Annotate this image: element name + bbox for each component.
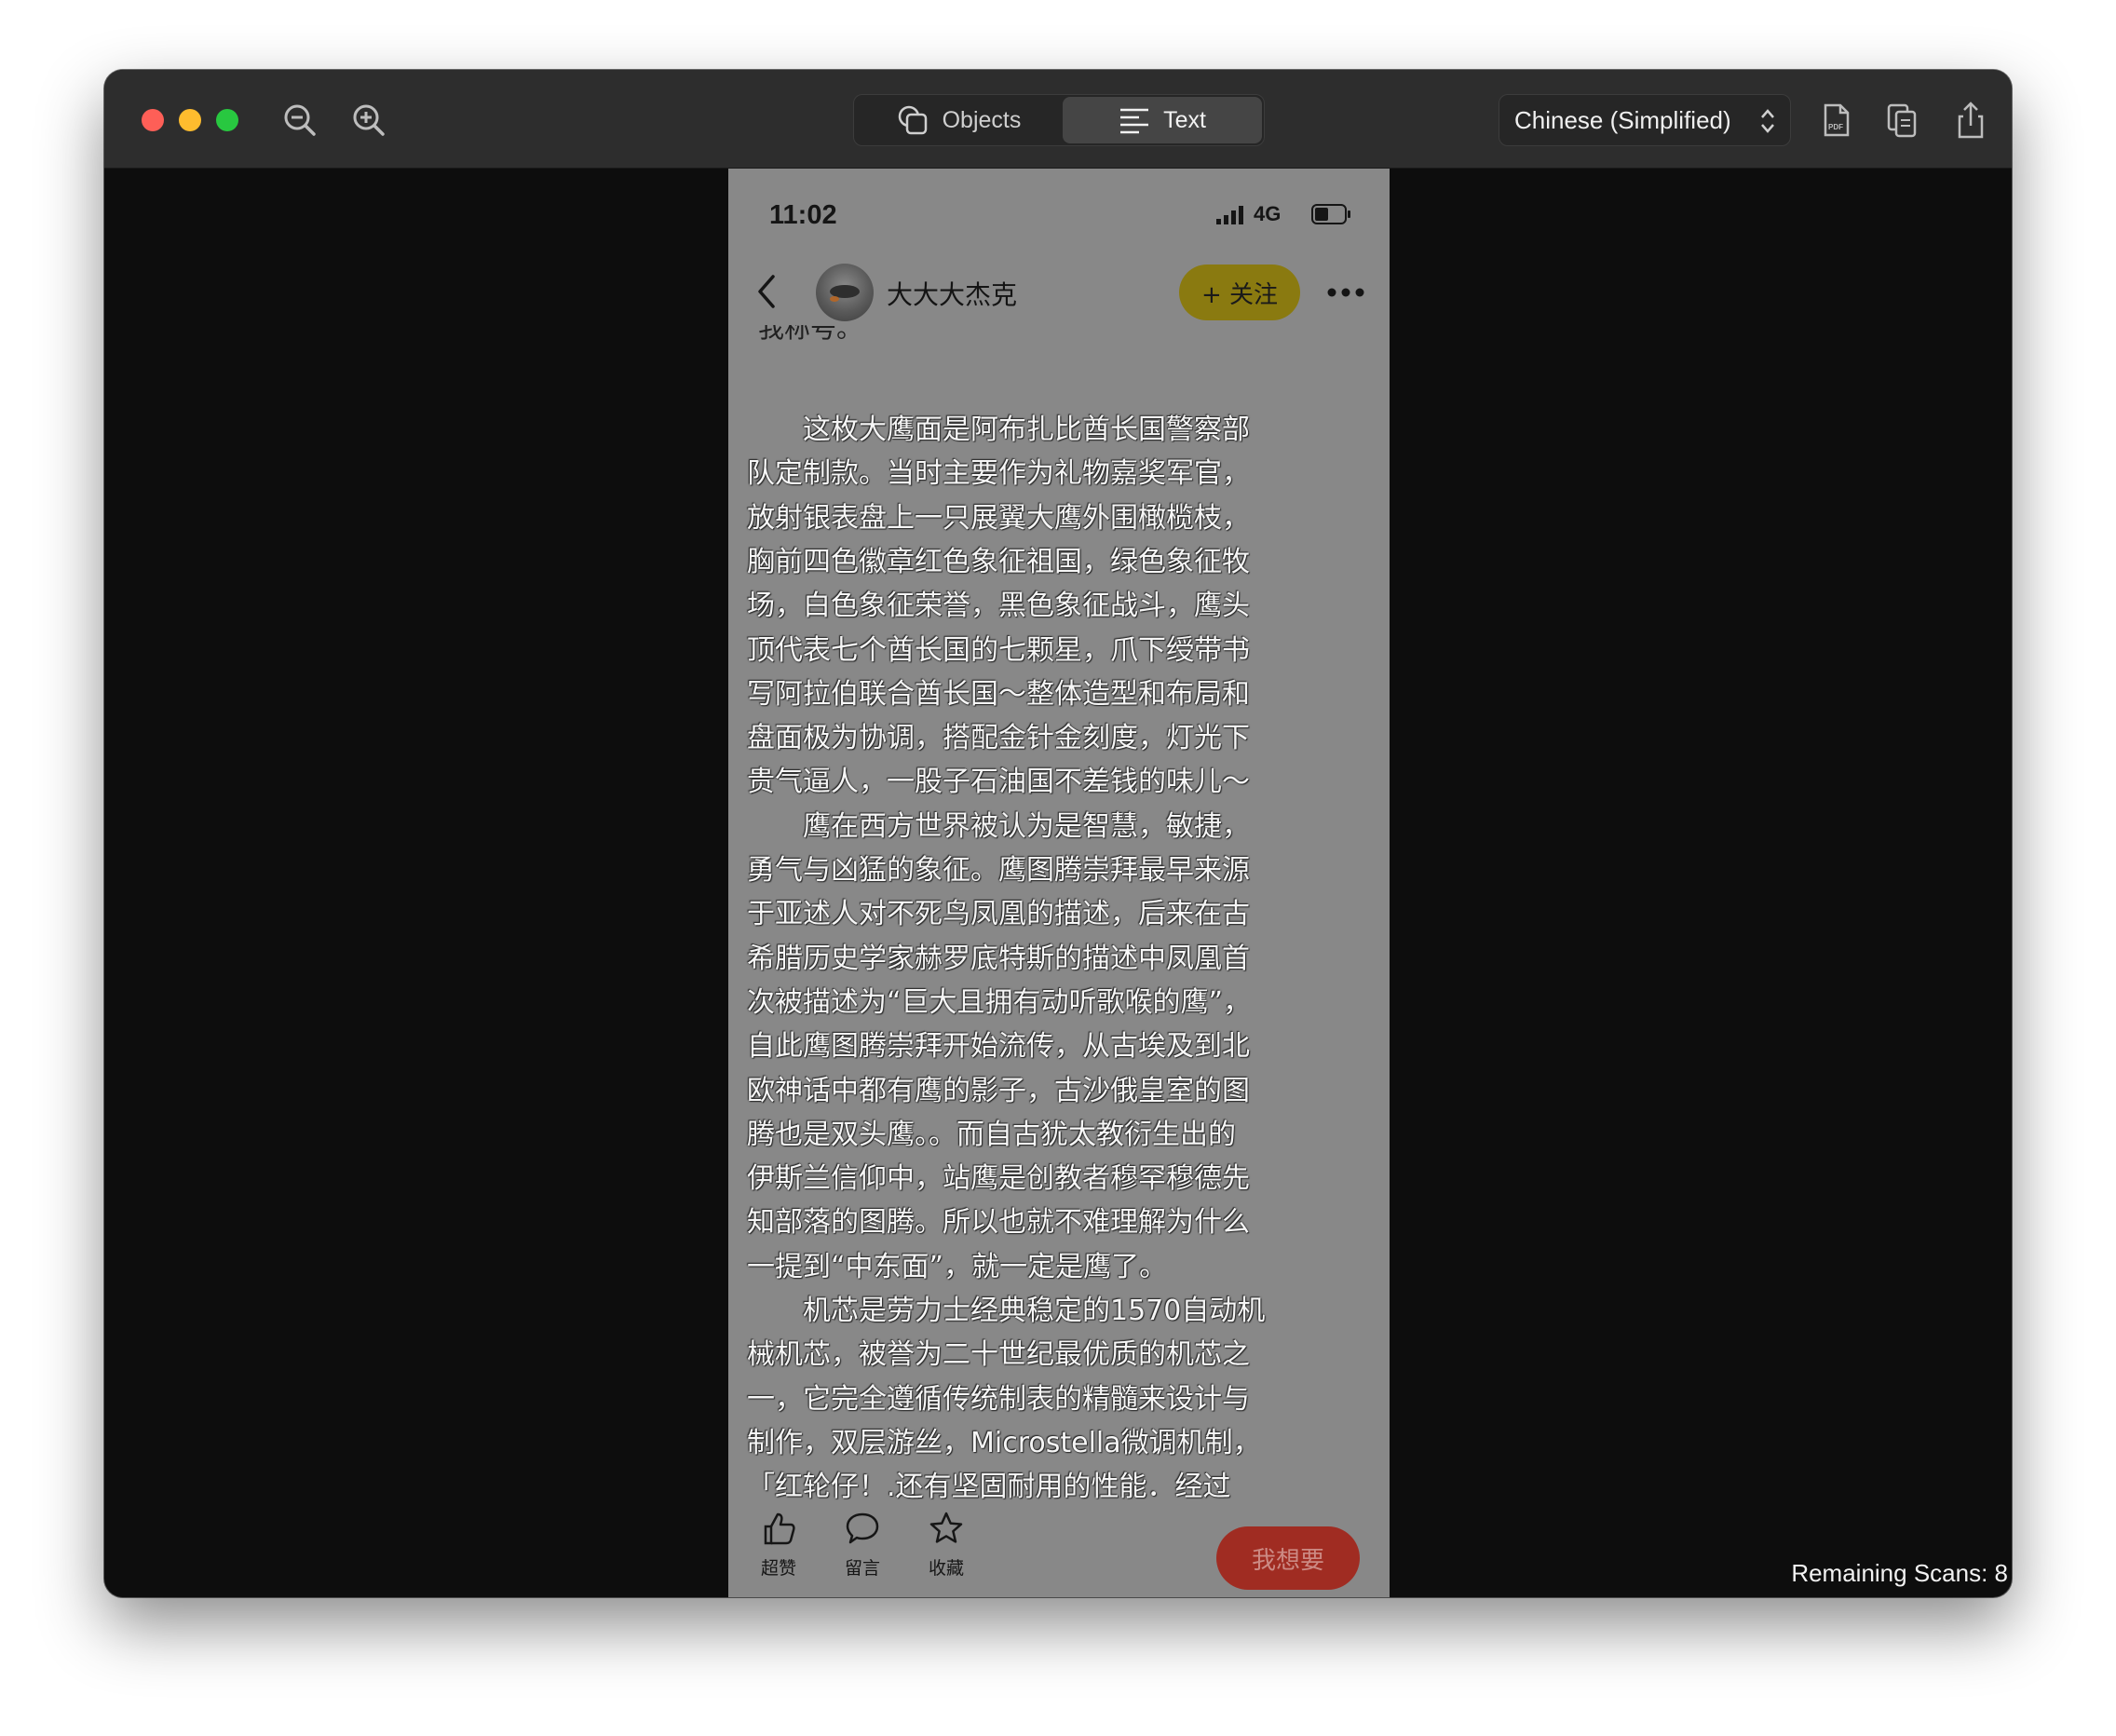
- language-select-value: Chinese (Simplified): [1514, 105, 1731, 134]
- text-line[interactable]: 于亚述人对不死鸟凤凰的描述，后来在古: [747, 893, 1390, 936]
- text-line[interactable]: 知部落的图腾。所以也就不难理解为什么: [747, 1201, 1390, 1244]
- username[interactable]: 大大大杰克: [887, 275, 1017, 312]
- like-label: 超赞: [760, 1558, 796, 1579]
- share-icon[interactable]: [1950, 100, 1991, 141]
- text-line[interactable]: 希腊历史学家赫罗底特斯的描述中凤凰首: [747, 938, 1390, 981]
- tab-text[interactable]: Text: [1063, 97, 1262, 143]
- text-line[interactable]: 次被描述为“巨大且拥有动听歌喉的鹰”，: [747, 982, 1390, 1024]
- clipped-text-fragment: 我称号。: [758, 325, 888, 349]
- text-line[interactable]: 队定制款。当时主要作为礼物嘉奖军官，: [747, 453, 1390, 495]
- comment-label: 留言: [844, 1558, 880, 1579]
- comment-icon: [846, 1512, 879, 1544]
- remaining-scans: Remaining Scans: 8: [1791, 1559, 2008, 1587]
- toolbar: Objects Text Chinese (Simplified) PDF: [104, 70, 2012, 169]
- text-line[interactable]: 勇气与凶猛的象征。鹰图腾崇拜最早来源: [747, 849, 1390, 892]
- back-arrow-icon[interactable]: [754, 271, 779, 312]
- text-line[interactable]: 机芯是劳力士经典稳定的1570自动机: [747, 1290, 1390, 1333]
- close-window-button[interactable]: [142, 109, 164, 131]
- comment-button[interactable]: 留言: [834, 1510, 890, 1580]
- text-lines-icon: [1120, 108, 1149, 134]
- text-line[interactable]: 场，白色象征荣誉，黑色象征战斗，鹰头: [747, 585, 1390, 628]
- mode-segmented-control: Objects Text: [853, 94, 1265, 146]
- text-line[interactable]: 贵气逼人，一股子石油国不差钱的味儿～: [747, 761, 1390, 804]
- text-line[interactable]: 一提到“中东面”，就一定是鹰了。: [747, 1246, 1390, 1289]
- text-line[interactable]: 腾也是双头鹰。。而自古犹太教衍生出的: [747, 1114, 1390, 1157]
- minimize-window-button[interactable]: [179, 109, 201, 131]
- favorite-button[interactable]: 收藏: [918, 1510, 974, 1580]
- language-select[interactable]: Chinese (Simplified): [1499, 94, 1791, 146]
- text-line[interactable]: 放射银表盘上一只展翼大鹰外围橄榄枝，: [747, 497, 1390, 540]
- text-line[interactable]: 胸前四色徽章红色象征祖国，绿色象征牧: [747, 541, 1390, 584]
- text-line[interactable]: 鹰在西方世界被认为是智慧，敏捷，: [747, 806, 1390, 848]
- more-options-icon[interactable]: [1326, 287, 1365, 298]
- tab-text-label: Text: [1163, 106, 1206, 133]
- clipped-text-fragment-text: 我称号。: [758, 325, 863, 344]
- text-line[interactable]: 「红轮仔！.还有坚固耐用的性能．经过: [747, 1466, 1390, 1509]
- want-button[interactable]: 我想要: [1216, 1526, 1360, 1590]
- text-line[interactable]: 顶代表七个酋长国的七颗星，爪下绶带书: [747, 630, 1390, 672]
- pdf-export-icon[interactable]: PDF: [1816, 100, 1857, 141]
- favorite-label: 收藏: [928, 1558, 964, 1579]
- text-line[interactable]: 欧神话中都有鹰的影子，古沙俄皇室的图: [747, 1070, 1390, 1113]
- zoom-window-button[interactable]: [216, 109, 238, 131]
- chevron-up-down-icon: [1761, 109, 1774, 133]
- text-line[interactable]: 制作，双层游丝，Microstella微调机制，: [747, 1422, 1390, 1465]
- copy-icon[interactable]: [1881, 100, 1922, 141]
- zoom-in-icon[interactable]: [348, 100, 389, 141]
- text-line[interactable]: 一，它完全遵循传统制表的精髓来设计与: [747, 1378, 1390, 1421]
- battery-icon: [1311, 204, 1350, 224]
- signal-icon: [1216, 206, 1243, 224]
- text-line[interactable]: 自此鹰图腾崇拜开始流传，从古埃及到北: [747, 1025, 1390, 1068]
- avatar[interactable]: [816, 264, 874, 321]
- text-line[interactable]: 械机芯，被誉为二十世纪最优质的机芯之: [747, 1334, 1390, 1377]
- text-line[interactable]: 伊斯兰信仰中，站鹰是创教者穆罕穆德先: [747, 1158, 1390, 1200]
- tab-objects-label: Objects: [942, 106, 1022, 133]
- objects-icon: [898, 105, 927, 135]
- tab-objects[interactable]: Objects: [856, 97, 1061, 143]
- like-button[interactable]: 超赞: [751, 1510, 807, 1580]
- status-network: 4G: [1254, 202, 1282, 225]
- text-line[interactable]: 这枚大鹰面是阿布扎比酋长国警察部: [747, 409, 1390, 452]
- svg-text:PDF: PDF: [1828, 123, 1843, 131]
- follow-button[interactable]: + 关注: [1179, 264, 1300, 320]
- text-line[interactable]: 盘面极为协调，搭配金针金刻度，灯光下: [747, 717, 1390, 760]
- status-time: 11:02: [769, 200, 837, 230]
- phone-screenshot: 11:02 4G 大大大杰克 + 关注 我称号。 这枚大鹰面是阿布扎比酋长国警察…: [728, 169, 1390, 1597]
- zoom-out-icon[interactable]: [279, 100, 320, 141]
- thumbs-up-icon: [764, 1512, 795, 1545]
- star-icon: [929, 1512, 963, 1543]
- app-window: Objects Text Chinese (Simplified) PDF 11…: [104, 70, 2012, 1597]
- text-line[interactable]: 写阿拉伯联合酋长国～整体造型和布局和: [747, 673, 1390, 716]
